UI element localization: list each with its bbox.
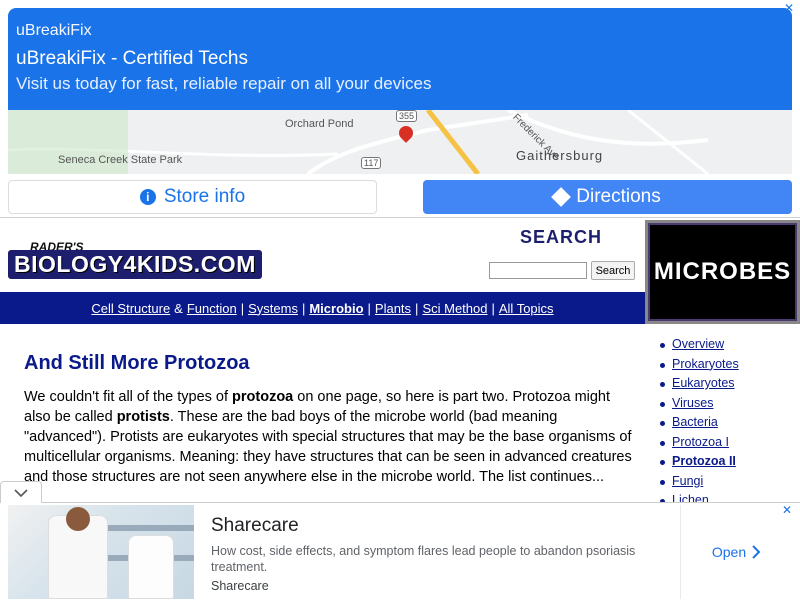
nav-separator: | (367, 300, 371, 316)
section-badge-label: MICROBES (648, 223, 797, 321)
side-nav-label: Eukaryotes (672, 376, 735, 390)
side-nav-label: Protozoa II (672, 454, 736, 468)
search-heading: SEARCH (520, 227, 603, 247)
side-nav-item-protozoa-2[interactable]: Protozoa II (658, 452, 798, 472)
side-nav: Overview Prokaryotes Eukaryotes Viruses … (658, 335, 798, 511)
ad-brand: uBreakiFix (16, 22, 92, 39)
map-label-pond: Orchard Pond (285, 118, 354, 130)
store-info-button[interactable]: i Store info (8, 180, 377, 214)
intro-text: We couldn't fit all of the types of (24, 389, 233, 405)
nav-microbio[interactable]: Microbio (309, 301, 363, 316)
info-icon: i (139, 189, 156, 205)
nav-separator: | (301, 300, 306, 316)
side-nav-item-bacteria[interactable]: Bacteria (658, 413, 798, 433)
nav-separator: | (491, 300, 495, 316)
ad-title: Sharecare (211, 515, 299, 536)
ad-buttons: i Store info Directions (8, 180, 792, 214)
bottom-ad[interactable]: Sharecare How cost, side effects, and sy… (0, 481, 800, 600)
nav-separator: | (240, 300, 245, 316)
ad-choices-close-icon[interactable]: ✕ (782, 503, 792, 517)
ad-banner[interactable]: uBreakiFix uBreakiFix - Certified Techs … (8, 8, 792, 110)
site-logo[interactable]: BIOLOGY4KIDS.COM (8, 250, 262, 279)
side-nav-label: Overview (672, 337, 725, 351)
main-content: And Still More Protozoa We couldn't fit … (24, 352, 634, 487)
side-nav-label: Bacteria (672, 415, 718, 429)
ad-headline: uBreakiFix - Certified Techs (16, 48, 248, 69)
side-nav-label: Protozoa I (672, 434, 729, 449)
side-nav-label: Viruses (672, 395, 714, 410)
nav-plants[interactable]: Plants (375, 301, 411, 316)
side-nav-item-viruses[interactable]: Viruses (658, 394, 798, 414)
directions-label: Directions (576, 186, 661, 207)
ad-text[interactable]: Sharecare How cost, side effects, and sy… (211, 515, 671, 593)
nav-separator: | (415, 300, 419, 316)
image-shelf (108, 525, 194, 531)
ad-open-button[interactable]: Open (680, 505, 792, 599)
search-button[interactable]: Search (591, 261, 635, 280)
side-nav-item-fungi[interactable]: Fungi (658, 472, 798, 492)
nav-amp: & (174, 300, 183, 316)
nav-systems[interactable]: Systems (248, 301, 298, 316)
nav-cell-structure[interactable]: Cell Structure (91, 301, 170, 316)
ad-description: How cost, side effects, and symptom flar… (211, 544, 636, 574)
side-nav-item-overview[interactable]: Overview (658, 335, 798, 355)
directions-icon (551, 187, 572, 207)
search-input[interactable] (489, 262, 587, 279)
ad-image[interactable] (8, 505, 194, 599)
map-label-city: Gaithersburg (516, 148, 604, 163)
map-label-park: Seneca Creek State Park (58, 154, 183, 166)
intro-term-protozoa: protozoa (232, 389, 294, 405)
ad-open-label: Open (711, 544, 747, 560)
side-nav-item-eukaryotes[interactable]: Eukaryotes (658, 374, 798, 394)
intro-term-protists: protists (116, 409, 170, 425)
side-nav-label: Prokaryotes (672, 356, 739, 371)
ad-source: Sharecare (211, 579, 269, 593)
section-badge: MICROBES (645, 220, 800, 324)
chevron-right-icon (752, 545, 761, 559)
map-route-marker: 117 (361, 157, 382, 169)
page-title: And Still More Protozoa (24, 352, 250, 374)
intro-paragraph: We couldn't fit all of the types of prot… (24, 387, 634, 487)
map-route-marker-355: 355 (396, 110, 418, 122)
image-pharmacist-2 (128, 535, 174, 599)
nav-sci-method[interactable]: Sci Method (422, 301, 487, 316)
side-nav-label: Fungi (672, 473, 704, 488)
top-ad[interactable]: ✕ uBreakiFix uBreakiFix - Certified Tech… (0, 0, 800, 218)
site-header: RADER'S BIOLOGY4KIDS.COM SEARCH Search (0, 220, 645, 292)
store-info-label: Store info (163, 186, 246, 207)
nav-function[interactable]: Function (187, 301, 237, 316)
side-nav-item-prokaryotes[interactable]: Prokaryotes (658, 355, 798, 375)
image-head (66, 507, 90, 531)
ad-map[interactable]: Orchard Pond Seneca Creek State Park 117… (8, 110, 792, 174)
directions-button[interactable]: Directions (423, 180, 792, 214)
nav-all-topics[interactable]: All Topics (499, 301, 554, 316)
side-nav-item-protozoa-1[interactable]: Protozoa I (658, 433, 798, 453)
collapse-ad-chevron-down-icon[interactable] (0, 481, 42, 503)
topic-nav: Cell Structure & Function | Systems | Mi… (0, 292, 645, 324)
ad-subtitle: Visit us today for fast, reliable repair… (16, 74, 432, 93)
